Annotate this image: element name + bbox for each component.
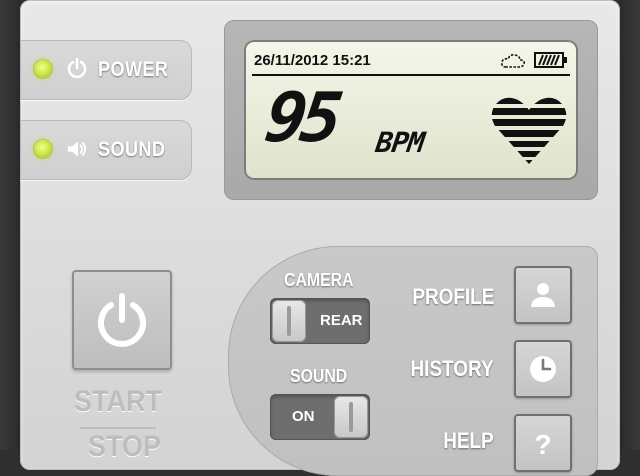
history-button[interactable] xyxy=(514,340,572,398)
camera-toggle[interactable]: REAR xyxy=(270,298,370,344)
sound-toggle-label: SOUND xyxy=(290,366,348,386)
profile-button[interactable] xyxy=(514,266,572,324)
power-button-icon xyxy=(98,293,146,347)
sound-toggle[interactable]: ON xyxy=(270,394,370,440)
camera-toggle-value: REAR xyxy=(320,312,363,329)
device-edge-right xyxy=(620,0,640,450)
start-stop-divider xyxy=(80,427,156,429)
help-label: HELP xyxy=(443,428,494,453)
lcd-divider xyxy=(252,74,570,76)
camera-toggle-knob[interactable] xyxy=(272,300,306,342)
speaker-icon xyxy=(67,141,86,157)
sound-toggle-knob[interactable] xyxy=(334,396,368,438)
lcd-display: 26/11/2012 15:21 95 BPM xyxy=(244,40,578,180)
history-label: HISTORY xyxy=(410,356,494,381)
power-status[interactable]: POWER xyxy=(20,40,192,100)
bpm-unit: BPM xyxy=(373,126,426,159)
help-icon: ? xyxy=(534,429,551,458)
stop-label: STOP xyxy=(88,430,162,463)
power-led-indicator xyxy=(34,60,52,78)
device-body: POWER SOUND 26/11/2012 15:21 95 BPM STAR… xyxy=(20,0,620,476)
battery-icon xyxy=(534,52,567,68)
svg-text:?: ? xyxy=(534,429,551,458)
bpm-value: 95 xyxy=(260,79,342,158)
cloud-icon xyxy=(501,54,525,68)
power-icon xyxy=(67,57,87,79)
profile-icon xyxy=(531,283,555,307)
camera-label: CAMERA xyxy=(284,270,354,290)
start-stop-button[interactable] xyxy=(72,270,172,370)
display-frame: 26/11/2012 15:21 95 BPM xyxy=(224,20,598,200)
sound-toggle-value: ON xyxy=(292,408,315,425)
profile-label: PROFILE xyxy=(412,284,494,309)
device-edge-left xyxy=(0,0,20,450)
sound-label: SOUND xyxy=(98,138,166,161)
datetime-readout: 26/11/2012 15:21 xyxy=(254,52,371,69)
heart-icon xyxy=(491,97,567,164)
sound-led-indicator xyxy=(34,140,52,158)
power-label: POWER xyxy=(98,58,169,81)
help-button[interactable]: ? xyxy=(514,414,572,472)
clock-icon xyxy=(530,356,556,382)
sound-status[interactable]: SOUND xyxy=(20,120,192,180)
start-label: START xyxy=(74,385,162,418)
